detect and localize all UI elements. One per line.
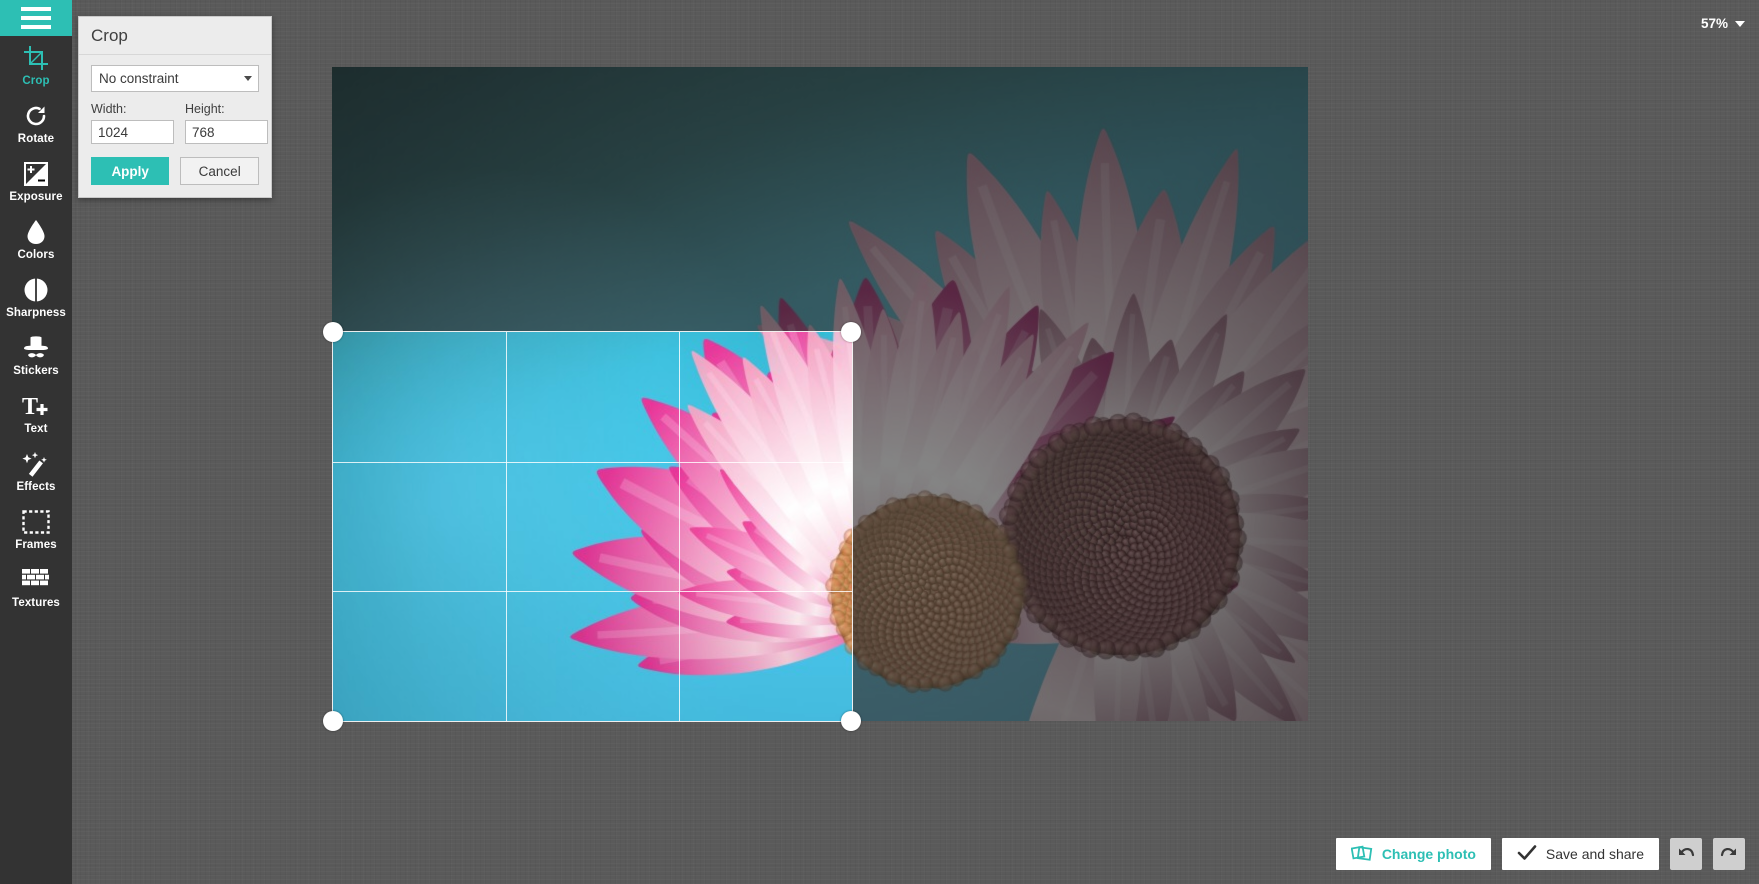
crop-panel: Crop No constraint Width: Height: Apply … [78,16,272,198]
hamburger-menu-icon[interactable] [0,0,72,36]
sidebar: Crop Rotate Exposure Colors Sharpness St… [0,0,72,884]
sidebar-item-label: Sharpness [6,307,66,319]
photos-stack-icon [1350,843,1373,866]
sidebar-item-rotate[interactable]: Rotate [0,96,72,152]
zoom-level-label: 57% [1700,16,1728,31]
contrast-circle-icon [23,276,49,304]
exposure-icon [24,160,48,188]
change-photo-button[interactable]: Change photo [1335,838,1491,870]
sidebar-item-label: Textures [12,597,60,609]
crop-icon [23,44,49,72]
crop-grid-line-v1 [506,332,507,721]
frame-icon [22,508,50,536]
height-label: Height: [185,102,225,116]
photo-canvas[interactable] [323,67,1308,731]
width-input[interactable] [91,120,174,144]
save-and-share-button[interactable]: Save and share [1501,838,1659,870]
dimensions-row: Width: Height: [91,102,268,144]
droplet-icon [25,218,47,246]
crop-handle-top-right[interactable] [841,322,861,342]
save-and-share-label: Save and share [1545,846,1644,862]
zoom-control[interactable]: 57% [1701,16,1745,31]
constraint-select[interactable]: No constraint [91,65,259,92]
sidebar-item-label: Crop [22,75,50,87]
menu-bar-2 [21,16,51,20]
sidebar-item-label: Effects [16,481,56,493]
chevron-down-icon [1735,20,1745,27]
crop-handle-bottom-right[interactable] [841,711,861,731]
crop-panel-body: No constraint Width: Height: Apply Cance… [79,55,271,197]
checkmark-icon [1517,844,1537,865]
hat-mustache-icon [22,334,50,362]
sidebar-item-label: Text [24,423,48,435]
sidebar-item-text[interactable]: T Text [0,386,72,442]
crop-handle-top-left[interactable] [323,322,343,342]
crop-actions: Apply Cancel [91,157,259,185]
sidebar-item-textures[interactable]: Textures [0,560,72,616]
crop-selection-region[interactable] [333,332,852,721]
sidebar-item-stickers[interactable]: Stickers [0,328,72,384]
sidebar-item-crop[interactable]: Crop [0,38,72,94]
crop-grid-line-h2 [333,591,852,592]
undo-button[interactable] [1670,838,1702,870]
menu-bar-1 [21,7,51,11]
photo-image-bright [333,332,852,721]
change-photo-label: Change photo [1381,846,1476,862]
height-field-group: Height: [185,102,268,144]
rotate-icon [23,102,49,130]
sidebar-item-colors[interactable]: Colors [0,212,72,268]
width-field-group: Width: [91,102,174,144]
undo-arrow-icon [1676,844,1696,865]
menu-bar-3 [21,25,51,29]
photo-editor-app: Crop Rotate Exposure Colors Sharpness St… [0,0,1759,884]
sidebar-item-label: Rotate [17,133,55,145]
apply-button[interactable]: Apply [91,157,170,185]
text-plus-icon: T [21,392,51,420]
bottom-toolbar: Change photo Save and share [1335,838,1745,870]
sidebar-item-label: Exposure [9,191,63,203]
redo-button[interactable] [1713,838,1745,870]
sidebar-item-label: Stickers [13,365,59,377]
height-input[interactable] [185,120,268,144]
brick-wall-icon [22,566,50,594]
sidebar-item-label: Frames [15,539,57,551]
cancel-button[interactable]: Cancel [180,157,259,185]
crop-handle-bottom-left[interactable] [323,711,343,731]
sidebar-item-sharpness[interactable]: Sharpness [0,270,72,326]
crop-grid-line-h1 [333,462,852,463]
magic-wand-icon [22,450,50,478]
sidebar-item-frames[interactable]: Frames [0,502,72,558]
crop-panel-title: Crop [79,17,271,55]
constraint-select-wrapper: No constraint [91,65,259,92]
crop-grid-line-v2 [679,332,680,721]
svg-text:T: T [22,394,38,419]
width-label: Width: [91,102,127,116]
sidebar-item-exposure[interactable]: Exposure [0,154,72,210]
sidebar-item-effects[interactable]: Effects [0,444,72,500]
redo-arrow-icon [1719,844,1739,865]
sidebar-item-label: Colors [17,249,55,261]
